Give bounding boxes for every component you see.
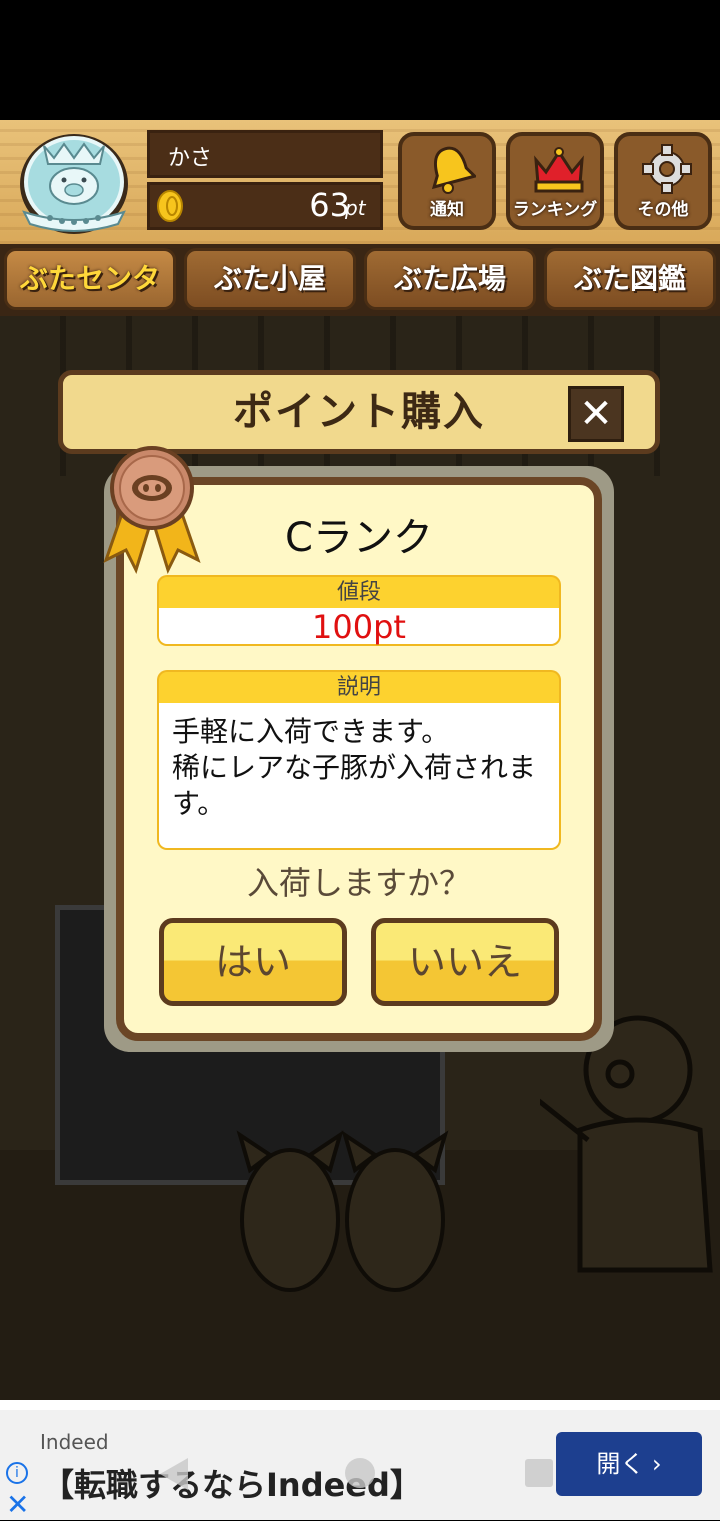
user-name: かさ [168, 146, 213, 171]
notification-label: 通知 [430, 200, 464, 220]
ranking-button[interactable]: ランキング [506, 132, 604, 230]
ad-brand: Indeed [40, 1430, 109, 1454]
close-icon: ✕ [579, 391, 613, 437]
coin-icon [157, 190, 183, 222]
status-bar [0, 0, 720, 120]
other-label: その他 [637, 200, 689, 220]
nav-back-icon[interactable] [160, 1458, 188, 1490]
price-value: 100pt [312, 608, 406, 646]
bell-icon [431, 146, 476, 194]
ad-open-button[interactable]: 開く › [556, 1432, 702, 1496]
piglets-illustration [236, 1130, 449, 1292]
other-button[interactable]: その他 [614, 132, 712, 230]
description-label: 説明 [157, 670, 561, 703]
nav-home-icon[interactable] [345, 1458, 375, 1488]
tab-buta-center[interactable]: ぶたセンター [4, 248, 176, 351]
ad-divider [0, 1400, 720, 1410]
ranking-label: ランキング [512, 200, 598, 220]
points-unit: pt [345, 196, 366, 220]
description-text: 手軽に入荷できます。 稀にレアな子豚が入荷されます。 [172, 715, 537, 820]
points-value: 63 [309, 186, 350, 224]
tab-buta-hut[interactable]: ぶた小屋 [184, 248, 356, 310]
no-button[interactable]: いいえ [371, 918, 559, 1006]
crown-icon [534, 147, 584, 193]
rank-title: Cランク [285, 515, 433, 561]
tab-buta-plaza[interactable]: ぶた広場 [364, 248, 536, 310]
close-button[interactable]: ✕ [568, 386, 624, 442]
nav-recents-icon[interactable] [525, 1459, 553, 1487]
confirm-question: 入荷しますか？ [246, 864, 471, 902]
tab-buta-encyclopedia[interactable]: ぶた図鑑 [544, 248, 716, 310]
yes-button[interactable]: はい [159, 918, 347, 1006]
notification-button[interactable]: 通知 [398, 132, 496, 230]
price-label: 値段 [157, 575, 561, 608]
ad-info-icon[interactable]: i [6, 1462, 28, 1484]
pig-avatar-badge-icon[interactable] [14, 128, 134, 236]
ad-close-icon[interactable]: ✕ [6, 1488, 29, 1521]
gear-icon [642, 144, 692, 194]
